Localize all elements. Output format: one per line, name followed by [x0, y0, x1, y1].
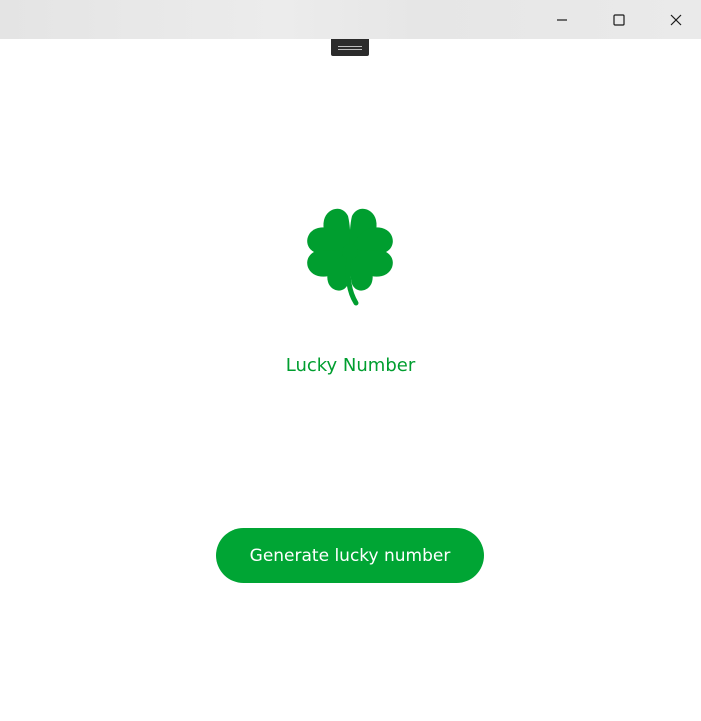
grip-lines-icon	[338, 45, 362, 50]
maximize-icon	[612, 13, 625, 26]
minimize-icon	[556, 18, 567, 21]
title-bar[interactable]	[0, 0, 701, 39]
close-icon	[670, 14, 681, 25]
close-button[interactable]	[647, 0, 701, 39]
generate-lucky-number-button[interactable]: Generate lucky number	[216, 528, 484, 583]
four-leaf-clover-icon	[300, 202, 400, 308]
minimize-button[interactable]	[533, 0, 590, 39]
maximize-button[interactable]	[590, 0, 647, 39]
app-title: Lucky Number	[285, 355, 416, 376]
drag-handle[interactable]	[331, 39, 369, 56]
